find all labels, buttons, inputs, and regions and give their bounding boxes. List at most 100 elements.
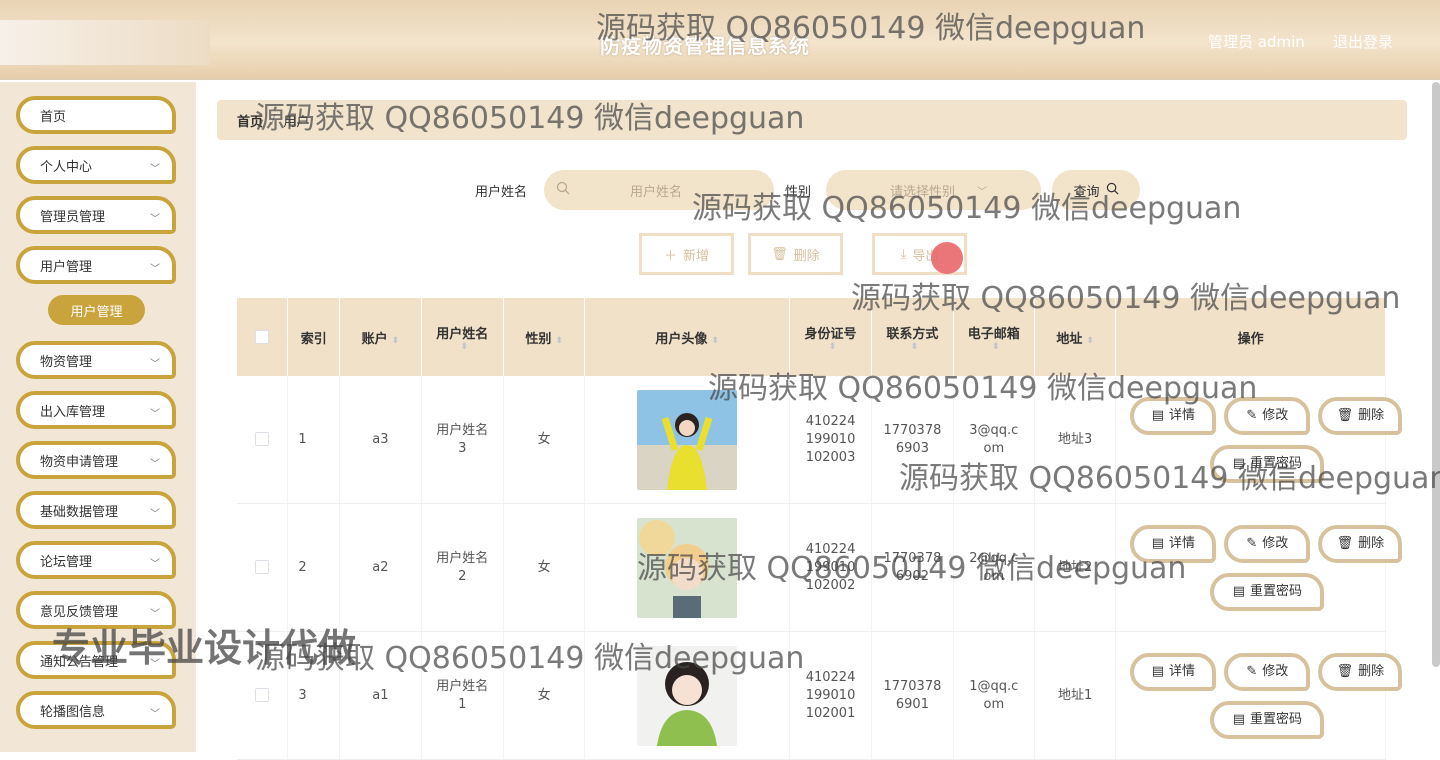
sidebar-item-inout[interactable]: 出入库管理 ﹀ [16, 391, 176, 429]
sidebar-item-feedback[interactable]: 意见反馈管理 ﹀ [16, 591, 176, 629]
cell-idcard: 410224199010102002 [789, 503, 873, 632]
search-name-placeholder: 用户姓名 [630, 184, 683, 200]
sidebar-item-label: 意见反馈管理 [40, 604, 119, 620]
cell-ops: ▤ 详情 ✎ 修改 🗑 删除 ▤ 重置密码 [1115, 631, 1403, 760]
cell-idcard: 410224199010102003 [789, 376, 873, 504]
row-checkbox[interactable] [255, 432, 270, 446]
cell-sex: 女 [503, 376, 586, 504]
page-scrollbar[interactable] [1432, 82, 1440, 667]
pencil-icon: ✎ [1246, 664, 1258, 679]
row-select-cell[interactable] [237, 503, 289, 632]
select-all-cell[interactable] [237, 298, 289, 376]
reset-password-button[interactable]: ▤ 重置密码 [1210, 445, 1325, 483]
sidebar-item-label: 通知公告管理 [40, 654, 119, 670]
sidebar-item-forum[interactable]: 论坛管理 ﹀ [16, 541, 176, 579]
reset-password-button[interactable]: ▤ 重置密码 [1210, 573, 1325, 611]
sidebar-item-home[interactable]: 首页 [16, 96, 176, 134]
col-email[interactable]: 电子邮箱 ⬍ [953, 298, 1035, 376]
sidebar-item-users[interactable]: 用户管理 ﹀ [16, 246, 176, 284]
query-button-label: 查询 [1073, 184, 1100, 200]
col-account[interactable]: 账户 ⬍ [339, 298, 422, 376]
sort-icon[interactable]: ⬍ [426, 342, 503, 352]
search-sex-select[interactable]: 请选择性别 ﹀ [826, 170, 1041, 210]
detail-button[interactable]: ▤ 详情 [1130, 525, 1217, 563]
sidebar-item-label: 轮播图信息 [40, 704, 106, 720]
row-checkbox[interactable] [255, 688, 270, 702]
sidebar-item-requests[interactable]: 物资申请管理 ﹀ [16, 441, 176, 479]
row-select-cell[interactable] [237, 376, 289, 504]
cell-ops: ▤ 详情 ✎ 修改 🗑 删除 ▤ 重置密码 [1115, 503, 1403, 632]
col-address[interactable]: 地址 ⬍ [1034, 298, 1117, 376]
cell-index: 3 [287, 631, 341, 760]
sidebar-item-label: 基础数据管理 [40, 504, 119, 520]
row-select-cell[interactable] [237, 631, 289, 760]
sidebar-item-label: 用户管理 [40, 259, 93, 275]
sidebar-item-carousel[interactable]: 轮播图信息 ﹀ [16, 691, 176, 729]
table-row: 2 a2 用户姓名2 女 410224199010102002 17703786… [237, 503, 1403, 632]
sort-icon[interactable]: ⬍ [392, 336, 400, 346]
reset-password-button[interactable]: ▤ 重置密码 [1210, 701, 1325, 739]
cell-address: 地址1 [1034, 631, 1117, 760]
sort-icon[interactable]: ⬍ [876, 342, 952, 352]
document-icon: ▤ [1151, 536, 1164, 551]
cell-phone: 17703786903 [871, 376, 954, 504]
batch-delete-button[interactable]: 🗑 删除 [748, 233, 843, 275]
sidebar-item-basedata[interactable]: 基础数据管理 ﹀ [16, 491, 176, 529]
sort-icon[interactable]: ⬍ [555, 336, 563, 346]
sort-icon[interactable]: ⬍ [1086, 336, 1094, 346]
delete-button[interactable]: 🗑 删除 [1318, 653, 1403, 691]
sidebar-item-label: 论坛管理 [40, 554, 93, 570]
sort-icon[interactable]: ⬍ [711, 336, 719, 346]
edit-button[interactable]: ✎ 修改 [1224, 653, 1311, 691]
sidebar-item-label: 物资申请管理 [40, 454, 119, 470]
mouse-cursor-indicator [931, 242, 963, 274]
row-checkbox[interactable] [255, 560, 270, 574]
query-button[interactable]: 查询 [1052, 170, 1140, 210]
delete-button[interactable]: 🗑 删除 [1318, 525, 1403, 563]
search-icon [1106, 182, 1119, 199]
breadcrumb: 首页 / 用户 [217, 100, 1407, 140]
cell-sex: 女 [503, 503, 586, 632]
cell-avatar [584, 503, 790, 632]
search-name-input[interactable]: 用户姓名 [544, 170, 774, 210]
cell-address: 地址3 [1034, 376, 1117, 504]
chevron-down-icon: ﹀ [150, 709, 160, 720]
edit-button[interactable]: ✎ 修改 [1224, 397, 1311, 435]
delete-button[interactable]: 🗑 删除 [1318, 397, 1403, 435]
breadcrumb-home[interactable]: 首页 [237, 111, 263, 130]
select-all-checkbox[interactable] [255, 330, 270, 344]
header-decoration [0, 20, 210, 65]
submenu-item-users-active[interactable]: 用户管理 [48, 295, 145, 325]
detail-button[interactable]: ▤ 详情 [1130, 397, 1217, 435]
avatar-image [637, 645, 738, 746]
cell-phone: 17703786902 [871, 503, 954, 632]
search-icon [556, 181, 570, 199]
col-phone[interactable]: 联系方式 ⬍ [871, 298, 954, 376]
document-icon: ▤ [1151, 664, 1164, 679]
search-sex-placeholder: 请选择性别 [890, 184, 956, 200]
sidebar-item-notices[interactable]: 通知公告管理 ﹀ [16, 641, 176, 679]
document-icon: ▤ [1151, 408, 1164, 423]
search-name-label: 用户姓名 [475, 185, 528, 200]
sidebar-item-supplies[interactable]: 物资管理 ﹀ [16, 341, 176, 379]
sort-icon[interactable]: ⬍ [958, 342, 1034, 352]
cell-index: 2 [287, 503, 341, 632]
sidebar-item-profile[interactable]: 个人中心 ﹀ [16, 146, 176, 184]
edit-button[interactable]: ✎ 修改 [1224, 525, 1311, 563]
col-avatar[interactable]: 用户头像 ⬍ [584, 298, 790, 376]
cell-account: a3 [339, 376, 422, 504]
sort-icon[interactable]: ⬍ [794, 342, 871, 352]
detail-button[interactable]: ▤ 详情 [1130, 653, 1217, 691]
pencil-icon: ✎ [1246, 536, 1258, 551]
users-table: 索引 账户 ⬍ 用户姓名 ⬍ 性别 ⬍ 用户头像 ⬍ 身份证号 ⬍ 联系方式 ⬍ 电子邮箱 ⬍… [237, 298, 1403, 760]
col-idcard[interactable]: 身份证号 ⬍ [789, 298, 873, 376]
breadcrumb-current: 用户 [283, 114, 310, 130]
logout-link[interactable]: 退出登录 [1333, 31, 1393, 52]
col-name[interactable]: 用户姓名 ⬍ [421, 298, 505, 376]
cell-avatar [584, 376, 790, 504]
trash-icon: 🗑 [771, 246, 788, 262]
add-button[interactable]: ＋ 新增 [639, 233, 734, 275]
col-sex[interactable]: 性别 ⬍ [503, 298, 586, 376]
sidebar-item-admin[interactable]: 管理员管理 ﹀ [16, 196, 176, 234]
chevron-down-icon: ﹀ [150, 214, 160, 225]
